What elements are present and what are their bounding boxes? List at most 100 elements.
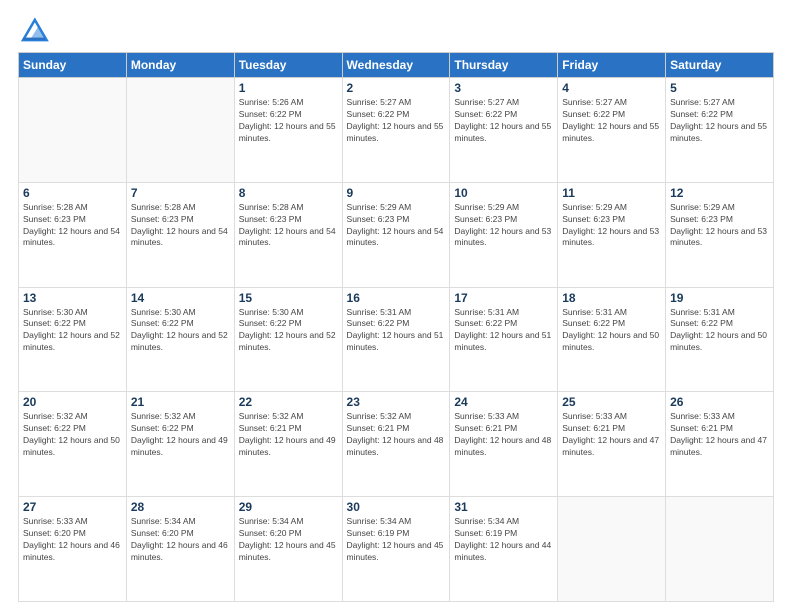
day-number: 8 [239, 186, 338, 200]
day-info: Sunrise: 5:34 AM Sunset: 6:20 PM Dayligh… [239, 516, 338, 564]
calendar-cell: 27 Sunrise: 5:33 AM Sunset: 6:20 PM Dayli… [19, 497, 127, 602]
calendar-cell: 14 Sunrise: 5:30 AM Sunset: 6:22 PM Dayli… [126, 287, 234, 392]
calendar-cell [19, 78, 127, 183]
weekday-header-tuesday: Tuesday [234, 53, 342, 78]
calendar-cell: 2 Sunrise: 5:27 AM Sunset: 6:22 PM Daylig… [342, 78, 450, 183]
day-info: Sunrise: 5:32 AM Sunset: 6:22 PM Dayligh… [23, 411, 122, 459]
day-info: Sunrise: 5:32 AM Sunset: 6:21 PM Dayligh… [239, 411, 338, 459]
day-info: Sunrise: 5:26 AM Sunset: 6:22 PM Dayligh… [239, 97, 338, 145]
day-number: 26 [670, 395, 769, 409]
day-info: Sunrise: 5:31 AM Sunset: 6:22 PM Dayligh… [454, 307, 553, 355]
logo-icon [18, 16, 50, 44]
day-info: Sunrise: 5:31 AM Sunset: 6:22 PM Dayligh… [562, 307, 661, 355]
calendar-cell: 5 Sunrise: 5:27 AM Sunset: 6:22 PM Daylig… [666, 78, 774, 183]
day-info: Sunrise: 5:33 AM Sunset: 6:21 PM Dayligh… [670, 411, 769, 459]
day-info: Sunrise: 5:31 AM Sunset: 6:22 PM Dayligh… [347, 307, 446, 355]
calendar-cell: 30 Sunrise: 5:34 AM Sunset: 6:19 PM Dayli… [342, 497, 450, 602]
week-row-1: 1 Sunrise: 5:26 AM Sunset: 6:22 PM Daylig… [19, 78, 774, 183]
day-number: 1 [239, 81, 338, 95]
day-info: Sunrise: 5:29 AM Sunset: 6:23 PM Dayligh… [562, 202, 661, 250]
day-number: 22 [239, 395, 338, 409]
day-number: 25 [562, 395, 661, 409]
header [18, 16, 774, 44]
day-number: 16 [347, 291, 446, 305]
day-info: Sunrise: 5:29 AM Sunset: 6:23 PM Dayligh… [347, 202, 446, 250]
day-number: 21 [131, 395, 230, 409]
calendar-cell: 24Sunrise: 5:33 AM Sunset: 6:21 PM Dayli… [450, 392, 558, 497]
day-info: Sunrise: 5:28 AM Sunset: 6:23 PM Dayligh… [23, 202, 122, 250]
week-row-5: 27 Sunrise: 5:33 AM Sunset: 6:20 PM Dayli… [19, 497, 774, 602]
calendar-cell: 19 Sunrise: 5:31 AM Sunset: 6:22 PM Dayli… [666, 287, 774, 392]
day-number: 4 [562, 81, 661, 95]
day-info: Sunrise: 5:27 AM Sunset: 6:22 PM Dayligh… [562, 97, 661, 145]
day-info: Sunrise: 5:27 AM Sunset: 6:22 PM Dayligh… [454, 97, 553, 145]
weekday-header-wednesday: Wednesday [342, 53, 450, 78]
day-info: Sunrise: 5:34 AM Sunset: 6:19 PM Dayligh… [454, 516, 553, 564]
day-info: Sunrise: 5:28 AM Sunset: 6:23 PM Dayligh… [131, 202, 230, 250]
calendar-cell: 16 Sunrise: 5:31 AM Sunset: 6:22 PM Dayli… [342, 287, 450, 392]
day-info: Sunrise: 5:34 AM Sunset: 6:19 PM Dayligh… [347, 516, 446, 564]
day-info: Sunrise: 5:27 AM Sunset: 6:22 PM Dayligh… [347, 97, 446, 145]
calendar-cell: 21 Sunrise: 5:32 AM Sunset: 6:22 PM Dayli… [126, 392, 234, 497]
day-info: Sunrise: 5:33 AM Sunset: 6:20 PM Dayligh… [23, 516, 122, 564]
calendar-cell: 4 Sunrise: 5:27 AM Sunset: 6:22 PM Daylig… [558, 78, 666, 183]
calendar-cell: 22 Sunrise: 5:32 AM Sunset: 6:21 PM Dayli… [234, 392, 342, 497]
calendar-cell: 23Sunrise: 5:32 AM Sunset: 6:21 PM Dayli… [342, 392, 450, 497]
day-info: Sunrise: 5:29 AM Sunset: 6:23 PM Dayligh… [670, 202, 769, 250]
calendar-cell: 7 Sunrise: 5:28 AM Sunset: 6:23 PM Daylig… [126, 182, 234, 287]
day-info: Sunrise: 5:27 AM Sunset: 6:22 PM Dayligh… [670, 97, 769, 145]
calendar-cell: 20Sunrise: 5:32 AM Sunset: 6:22 PM Dayli… [19, 392, 127, 497]
day-number: 30 [347, 500, 446, 514]
day-number: 12 [670, 186, 769, 200]
day-number: 5 [670, 81, 769, 95]
day-info: Sunrise: 5:30 AM Sunset: 6:22 PM Dayligh… [131, 307, 230, 355]
day-number: 31 [454, 500, 553, 514]
day-number: 28 [131, 500, 230, 514]
calendar-cell: 8 Sunrise: 5:28 AM Sunset: 6:23 PM Daylig… [234, 182, 342, 287]
day-number: 6 [23, 186, 122, 200]
calendar-cell: 3 Sunrise: 5:27 AM Sunset: 6:22 PM Daylig… [450, 78, 558, 183]
day-number: 23 [347, 395, 446, 409]
weekday-header-friday: Friday [558, 53, 666, 78]
calendar-cell [558, 497, 666, 602]
calendar-cell: 9 Sunrise: 5:29 AM Sunset: 6:23 PM Daylig… [342, 182, 450, 287]
calendar-cell: 26 Sunrise: 5:33 AM Sunset: 6:21 PM Dayli… [666, 392, 774, 497]
week-row-2: 6 Sunrise: 5:28 AM Sunset: 6:23 PM Daylig… [19, 182, 774, 287]
day-number: 15 [239, 291, 338, 305]
day-number: 2 [347, 81, 446, 95]
day-number: 3 [454, 81, 553, 95]
week-row-4: 20Sunrise: 5:32 AM Sunset: 6:22 PM Dayli… [19, 392, 774, 497]
calendar-cell: 10 Sunrise: 5:29 AM Sunset: 6:23 PM Dayli… [450, 182, 558, 287]
day-info: Sunrise: 5:33 AM Sunset: 6:21 PM Dayligh… [562, 411, 661, 459]
calendar-cell [126, 78, 234, 183]
day-info: Sunrise: 5:33 AM Sunset: 6:21 PM Dayligh… [454, 411, 553, 459]
day-info: Sunrise: 5:34 AM Sunset: 6:20 PM Dayligh… [131, 516, 230, 564]
day-number: 18 [562, 291, 661, 305]
day-info: Sunrise: 5:32 AM Sunset: 6:22 PM Dayligh… [131, 411, 230, 459]
calendar-cell: 17 Sunrise: 5:31 AM Sunset: 6:22 PM Dayli… [450, 287, 558, 392]
day-number: 19 [670, 291, 769, 305]
day-info: Sunrise: 5:30 AM Sunset: 6:22 PM Dayligh… [23, 307, 122, 355]
weekday-header-saturday: Saturday [666, 53, 774, 78]
day-number: 29 [239, 500, 338, 514]
day-info: Sunrise: 5:31 AM Sunset: 6:22 PM Dayligh… [670, 307, 769, 355]
weekday-header-monday: Monday [126, 53, 234, 78]
day-number: 14 [131, 291, 230, 305]
day-number: 27 [23, 500, 122, 514]
calendar-cell: 1 Sunrise: 5:26 AM Sunset: 6:22 PM Daylig… [234, 78, 342, 183]
day-number: 10 [454, 186, 553, 200]
calendar-cell: 11Sunrise: 5:29 AM Sunset: 6:23 PM Dayli… [558, 182, 666, 287]
weekday-header-thursday: Thursday [450, 53, 558, 78]
day-info: Sunrise: 5:28 AM Sunset: 6:23 PM Dayligh… [239, 202, 338, 250]
weekday-header-row: SundayMondayTuesdayWednesdayThursdayFrid… [19, 53, 774, 78]
day-number: 7 [131, 186, 230, 200]
day-number: 9 [347, 186, 446, 200]
calendar-cell: 18 Sunrise: 5:31 AM Sunset: 6:22 PM Dayli… [558, 287, 666, 392]
day-info: Sunrise: 5:29 AM Sunset: 6:23 PM Dayligh… [454, 202, 553, 250]
calendar-cell: 15Sunrise: 5:30 AM Sunset: 6:22 PM Dayli… [234, 287, 342, 392]
weekday-header-sunday: Sunday [19, 53, 127, 78]
day-number: 13 [23, 291, 122, 305]
day-number: 17 [454, 291, 553, 305]
calendar-cell: 25 Sunrise: 5:33 AM Sunset: 6:21 PM Dayli… [558, 392, 666, 497]
calendar-cell [666, 497, 774, 602]
